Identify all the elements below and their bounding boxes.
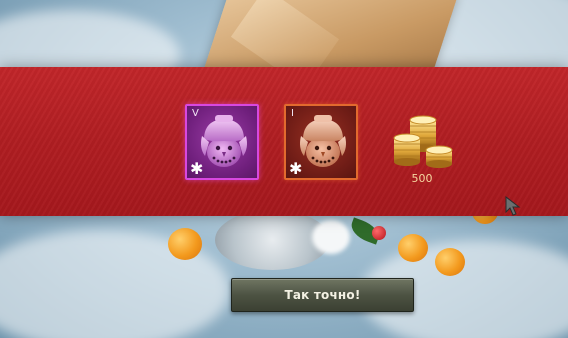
snowflake-icon: ✱ [190,159,204,178]
orange [168,228,202,260]
mouse-cursor-icon [505,196,521,216]
reward-card-snowman-tier-v[interactable]: V ✱ [185,104,259,180]
snowflake-icon: ✱ [289,159,303,178]
tier-label: I [291,108,294,119]
orange [398,234,428,262]
confirm-button[interactable]: Так точно! [231,278,414,312]
gold-amount: 500 [411,172,433,185]
snowman-hat-icon [201,115,247,167]
gold-coins-icon[interactable] [390,114,456,172]
reward-card-snowman-tier-i[interactable]: I ✱ [284,104,358,180]
snowman-hat-icon [300,115,346,167]
tier-label: V [192,108,199,119]
orange [435,248,465,276]
